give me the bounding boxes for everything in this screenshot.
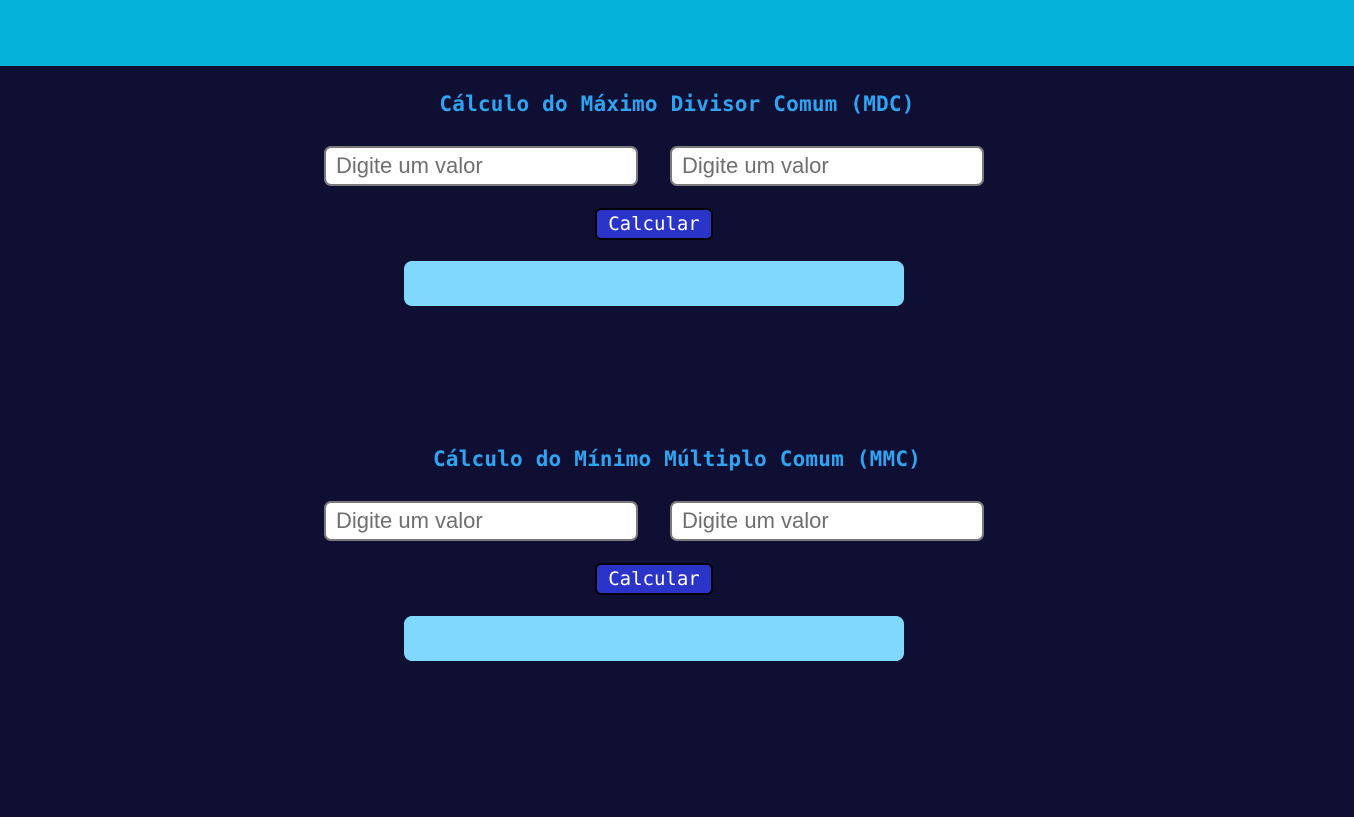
mmc-result-box	[404, 616, 904, 661]
mmc-calculate-button[interactable]: Calcular	[595, 563, 713, 595]
mmc-title: Cálculo do Mínimo Múltiplo Comum (MMC)	[432, 447, 922, 471]
mdc-calculate-button[interactable]: Calcular	[595, 208, 713, 240]
mdc-result-box	[404, 261, 904, 306]
mdc-input-1[interactable]	[324, 146, 638, 186]
mmc-input-1[interactable]	[324, 501, 638, 541]
header-bar	[0, 0, 1354, 66]
mdc-input-2[interactable]	[670, 146, 984, 186]
mmc-input-2[interactable]	[670, 501, 984, 541]
mdc-title: Cálculo do Máximo Divisor Comum (MDC)	[439, 92, 915, 116]
